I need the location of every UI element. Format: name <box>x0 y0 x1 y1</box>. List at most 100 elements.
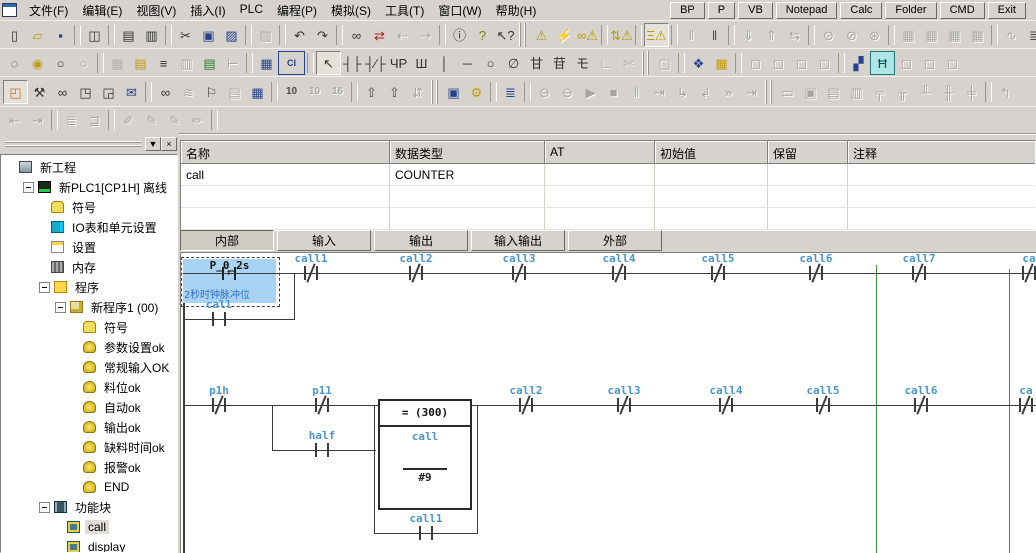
force-off-icon[interactable]: ⊘ <box>840 24 863 46</box>
io-monitor-icon[interactable]: ▦ <box>897 24 920 46</box>
contact-no-tool-icon[interactable]: ┤├ <box>341 52 364 74</box>
monitor-settings-icon[interactable]: ⚙ <box>465 81 488 103</box>
print-icon[interactable]: ▤ <box>117 24 140 46</box>
table-cell[interactable] <box>768 208 848 230</box>
differential-monitor-icon[interactable]: ≣ <box>499 81 522 103</box>
continuous-step-icon[interactable]: » <box>717 81 740 103</box>
find-in-window-icon[interactable]: ∞ <box>154 81 177 103</box>
force-on-icon[interactable]: ⊙ <box>817 24 840 46</box>
table-cell[interactable]: COUNTER <box>390 164 545 186</box>
output-window-icon[interactable]: ⚒ <box>28 81 51 103</box>
new-icon[interactable]: ▯ <box>3 24 26 46</box>
cross-reference-icon[interactable]: Ħ <box>870 51 895 75</box>
workspace-window-icon[interactable]: ◰ <box>3 80 28 104</box>
outdent-icon[interactable]: ⇤ <box>3 109 26 131</box>
menu-simulation[interactable]: 模拟(S) <box>324 0 378 21</box>
mail-window-icon[interactable]: ✉ <box>120 81 143 103</box>
section-list-icon[interactable]: ▦ <box>710 52 733 74</box>
table-cell[interactable] <box>848 186 1036 208</box>
tree-item-section-level-ok[interactable]: 料位ok <box>1 377 177 397</box>
indent-icon[interactable]: ⇥ <box>26 109 49 131</box>
menu-view[interactable]: 视图(V) <box>129 0 183 21</box>
tree-item-section-shortage-ok[interactable]: 缺料时间ok <box>1 437 177 457</box>
tree-item-function-blocks[interactable]: 功能块 <box>1 497 177 517</box>
time-chart-icon[interactable]: ≣ <box>1023 24 1036 46</box>
overview-icon[interactable]: ▤ <box>129 52 152 74</box>
rung-comment-edit-icon[interactable]: ▣ <box>799 81 822 103</box>
tab-external[interactable]: 外部 <box>568 230 662 251</box>
instruction-tool-icon[interactable]: 甘 <box>525 52 548 74</box>
print-preview-icon[interactable]: ▥ <box>140 24 163 46</box>
transfer-check-icon[interactable]: ⇅⚠ <box>610 24 633 46</box>
menu-file[interactable]: 文件(F) <box>22 0 75 21</box>
tree-item-program-symbols[interactable]: 符号 <box>1 317 177 337</box>
compare-with-plc-icon[interactable]: ⇆ <box>783 24 806 46</box>
hex-monitor-icon[interactable]: 16 <box>326 81 349 103</box>
zoom-in-icon[interactable]: ◉ <box>26 52 49 74</box>
work-online-icon[interactable]: Ξ⚠ <box>644 23 669 47</box>
context-help-icon[interactable]: ↖? <box>494 24 517 46</box>
launch-exit-button[interactable]: Exit <box>988 2 1026 19</box>
rung-list-icon[interactable]: ≡ <box>152 52 175 74</box>
contact-or-no-tool-icon[interactable]: ЧP <box>387 52 410 74</box>
tree-item-fb-call[interactable]: call <box>1 517 177 537</box>
panel-dropdown-button[interactable]: ▼ <box>145 137 161 151</box>
find-previous-icon[interactable]: ⇠ <box>391 24 414 46</box>
table-cell[interactable] <box>390 208 545 230</box>
run-to-cursor-icon[interactable]: ⇥ <box>740 81 763 103</box>
table-cell[interactable] <box>390 186 545 208</box>
comment-box2-icon[interactable]: ▥ <box>845 81 868 103</box>
compare-instruction-block[interactable]: = (300) call #9 <box>378 399 472 510</box>
menu-plc[interactable]: PLC <box>233 0 270 21</box>
tree-expander[interactable] <box>55 302 66 313</box>
grid-toggle-icon[interactable]: ▦ <box>106 52 129 74</box>
tile-window-icon[interactable]: ◲ <box>97 81 120 103</box>
contact-or-nc-tool-icon[interactable]: Ш <box>410 52 433 74</box>
data-display-icon[interactable]: ▦ <box>943 24 966 46</box>
launch-cmd-button[interactable]: CMD <box>940 2 985 19</box>
set-value-icon[interactable]: ⇧ <box>360 81 383 103</box>
tree-item-memory[interactable]: 内存 <box>1 257 177 277</box>
undo-icon[interactable]: ↶ <box>288 24 311 46</box>
swap-window-icon[interactable]: ◳ <box>74 81 97 103</box>
mdi-child-icon[interactable] <box>2 3 17 17</box>
table-cell[interactable] <box>655 208 768 230</box>
table-cell[interactable] <box>768 186 848 208</box>
zoom-out-icon[interactable]: ○ <box>49 52 72 74</box>
tree-item-io-table[interactable]: IO表和单元设置 <box>1 217 177 237</box>
monitor-lock-icon[interactable]: ▣ <box>442 81 465 103</box>
set-value2-icon[interactable]: ⇧ <box>383 81 406 103</box>
watch-window-icon[interactable]: ▦ <box>920 24 943 46</box>
edit-style3-icon[interactable]: ✎ <box>163 109 186 131</box>
tab-input-output[interactable]: 输入输出 <box>471 230 565 251</box>
align-top-icon[interactable]: ⊒ <box>83 109 106 131</box>
tree-item-section-param-ok[interactable]: 参数设置ok <box>1 337 177 357</box>
align-list-icon[interactable]: ≣ <box>60 109 83 131</box>
used-rows-icon[interactable]: ≋ <box>177 81 200 103</box>
tree-item-section-input-ok[interactable]: 常规输入OK <box>1 357 177 377</box>
panel-drag-handle[interactable] <box>5 141 142 148</box>
cut-icon[interactable]: ✂ <box>174 24 197 46</box>
insert-rung-above-icon[interactable]: ◻ <box>744 52 767 74</box>
tree-item-fb-display[interactable]: display <box>1 537 177 553</box>
differentiate-down-icon[interactable]: ╥ <box>891 81 914 103</box>
table-cell[interactable] <box>181 208 390 230</box>
tab-output[interactable]: 输出 <box>374 230 468 251</box>
tree-item-section-output-ok[interactable]: 输出ok <box>1 417 177 437</box>
bookmark-icon[interactable]: ⚐ <box>200 81 223 103</box>
table-cell[interactable] <box>655 164 768 186</box>
watch-tab2-icon[interactable]: ◻ <box>918 52 941 74</box>
tree-item-section-alarm-ok[interactable]: 报警ok <box>1 457 177 477</box>
edit-style1-icon[interactable]: ✐ <box>117 109 140 131</box>
table-cell[interactable] <box>848 208 1036 230</box>
run-simulation-icon[interactable]: ▶ <box>579 81 602 103</box>
launch-vb-button[interactable]: VB <box>738 2 773 19</box>
print-report-icon[interactable]: ◫ <box>83 24 106 46</box>
table-cell[interactable] <box>545 164 655 186</box>
insert-rung-below-icon[interactable]: ◻ <box>767 52 790 74</box>
symbol-table-icon[interactable]: ▦ <box>255 52 278 74</box>
pause-simulation2-icon[interactable]: ‖ <box>625 81 648 103</box>
line-delete-tool-icon[interactable]: ✄ <box>617 52 640 74</box>
zoom-fit-icon[interactable]: ◌ <box>3 52 26 74</box>
help-icon[interactable]: ? <box>471 24 494 46</box>
